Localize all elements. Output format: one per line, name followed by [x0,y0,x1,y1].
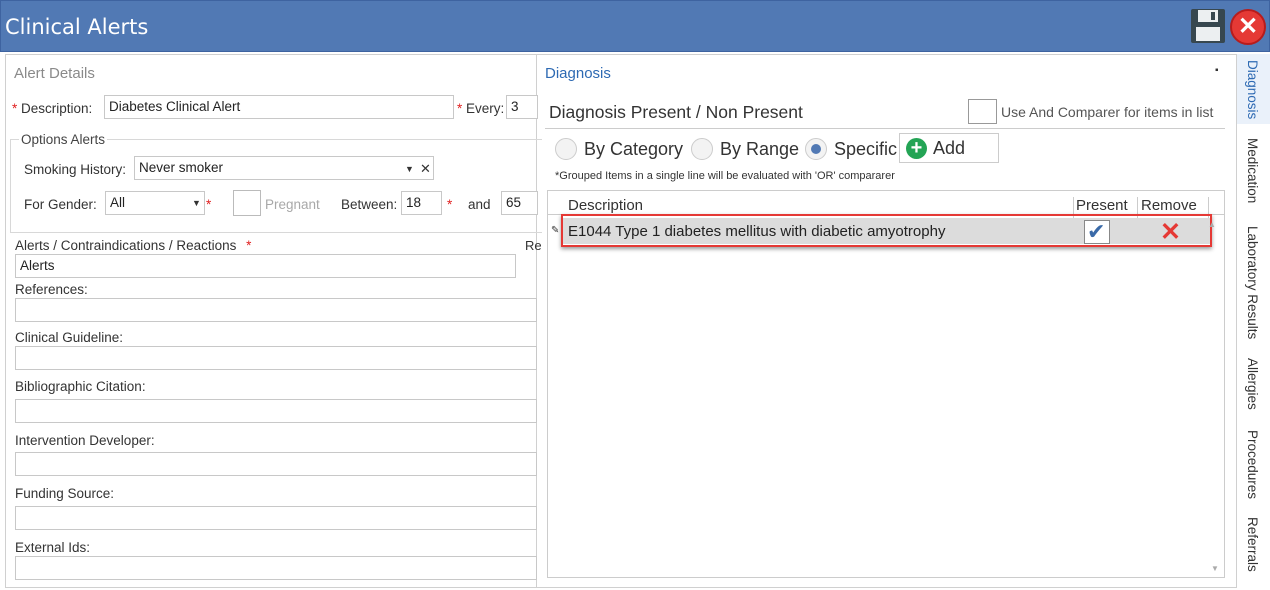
tab-medication[interactable]: Medication [1237,132,1270,212]
alert-details-panel: Alert Details * Description: Diabetes Cl… [5,54,542,588]
save-icon[interactable] [1190,8,1226,44]
funding-input[interactable] [15,506,537,530]
external-ids-input[interactable] [15,556,537,580]
smoking-select[interactable]: Never smoker [134,156,434,180]
required-marker: * [447,197,453,212]
pin-icon[interactable]: ▪ [1215,65,1219,76]
add-label: Add [933,138,966,158]
column-description[interactable]: Description [568,197,643,214]
every-label-wrap: * Every: [457,101,504,116]
diagnosis-panel: Diagnosis ▪ Diagnosis Present / Non Pres… [537,54,1237,588]
pregnant-label: Pregnant [265,197,320,212]
options-alerts-group [10,139,542,233]
scroll-down-icon[interactable]: ▼ [1211,564,1219,573]
clinical-guideline-input[interactable] [15,346,537,370]
options-alerts-title: Options Alerts [19,132,108,147]
column-remove[interactable]: Remove [1141,197,1197,214]
intervention-label: Intervention Developer: [15,433,155,448]
chevron-down-icon[interactable]: ▼ [405,164,414,174]
intervention-input[interactable] [15,452,537,476]
references-label: References: [15,282,88,297]
gender-label: For Gender: [24,197,97,212]
by-category-label: By Category [584,139,684,159]
specific-radio[interactable] [805,138,827,160]
column-present[interactable]: Present [1076,197,1128,214]
between-label: Between: [341,197,398,212]
diagnosis-subtitle: Diagnosis Present / Non Present [549,102,803,122]
alerts-label: Alerts / Contraindications / Reactions [15,238,237,253]
diagnosis-title: Diagnosis [545,65,611,82]
title-bar: Clinical Alerts [0,0,1270,52]
references-input[interactable] [15,298,537,322]
alert-details-title: Alert Details [14,65,95,82]
external-ids-label: External Ids: [15,540,91,555]
bibliographic-input[interactable] [15,399,537,423]
plus-icon: + [906,138,927,159]
diagnosis-grid: Description Present Remove E1044 Type 1 … [547,190,1225,578]
required-marker: * [206,197,212,212]
age-to-input[interactable]: 65 [501,191,538,215]
divider [545,128,1225,129]
and-label: and [468,197,491,212]
tab-diagnosis[interactable]: Diagnosis [1237,54,1270,124]
clinical-guideline-label: Clinical Guideline: [15,330,124,345]
alerts-input[interactable]: Alerts [15,254,516,278]
by-range-radio[interactable] [691,138,713,160]
smoking-value: Never smoker [139,160,224,175]
bibliographic-label: Bibliographic Citation: [15,379,146,394]
use-and-checkbox[interactable] [968,99,997,124]
description-label-wrap: * Description: [12,101,92,116]
chevron-down-icon[interactable]: ▼ [192,198,201,208]
by-category-radio[interactable] [555,138,577,160]
side-tabs: Diagnosis Medication Laboratory Results … [1237,54,1270,590]
pregnant-checkbox[interactable] [233,190,261,216]
edit-pencil-icon: ✎ [551,225,560,236]
required-marker: * [12,101,18,116]
use-and-label: Use And Comparer for items in list [1001,104,1214,120]
selected-row-highlight [561,214,1212,247]
tab-referrals[interactable]: Referrals [1237,511,1270,581]
tab-allergies[interactable]: Allergies [1237,352,1270,418]
funding-label: Funding Source: [15,486,115,501]
clear-icon[interactable]: ✕ [420,161,431,177]
required-marker: * [457,101,463,116]
scroll-up-icon[interactable]: ▲ [1208,220,1216,229]
alerts-label-wrap: Alerts / Contraindications / Reactions * [15,238,251,253]
gender-value: All [110,195,126,210]
gender-select[interactable]: All [105,191,205,215]
every-input[interactable]: 3 [506,95,538,119]
smoking-label: Smoking History: [24,162,127,177]
window-title: Clinical Alerts [5,15,149,39]
age-from-input[interactable]: 18 [401,191,442,215]
by-range-label: By Range [720,139,800,159]
every-label: Every: [466,101,505,116]
grouped-items-hint: *Grouped Items in a single line will be … [555,170,895,182]
description-input[interactable]: Diabetes Clinical Alert [104,95,454,119]
tab-laboratory-results[interactable]: Laboratory Results [1237,220,1270,345]
close-icon[interactable]: ✕ [1230,9,1266,45]
specific-label: Specific [834,139,898,159]
grid-header: Description Present Remove [548,191,1224,221]
description-label: Description: [21,101,93,116]
add-button[interactable]: + Add [899,133,999,163]
required-marker: * [246,238,252,253]
tab-procedures[interactable]: Procedures [1237,424,1270,504]
